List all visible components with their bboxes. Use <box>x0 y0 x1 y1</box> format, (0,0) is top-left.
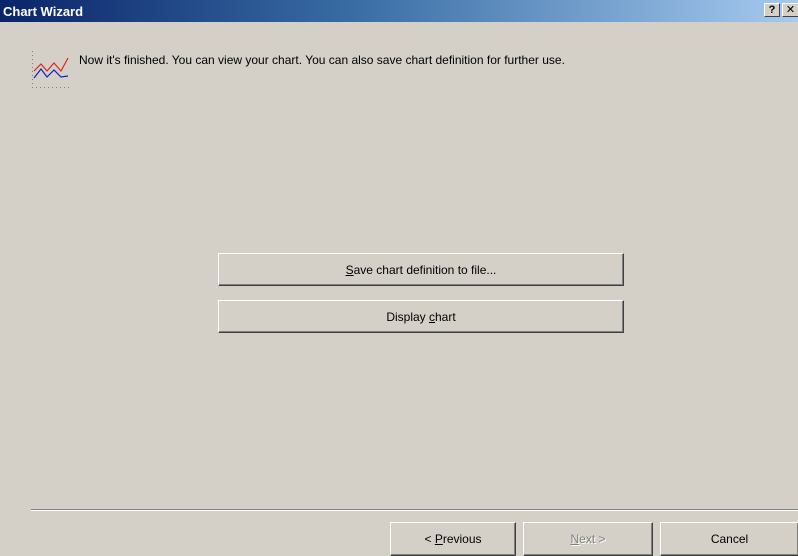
save-button-label: Save chart definition to file... <box>345 262 497 277</box>
chart-wizard-icon <box>31 50 73 90</box>
save-chart-definition-button[interactable]: Save chart definition to file... <box>218 253 624 286</box>
completion-message: Now it's finished. You can view your cha… <box>79 53 565 67</box>
window-title: Chart Wizard <box>3 3 84 19</box>
display-button-label: Display chart <box>386 309 456 324</box>
footer-separator <box>31 509 798 511</box>
display-chart-button[interactable]: Display chart <box>218 300 624 333</box>
help-icon: ? <box>768 4 776 16</box>
next-button-label: Next > <box>570 532 606 546</box>
title-bar[interactable]: Chart Wizard ? ✕ <box>0 0 798 22</box>
cancel-button[interactable]: Cancel <box>660 522 798 556</box>
previous-button[interactable]: < Previous <box>390 522 516 556</box>
chart-wizard-dialog: Chart Wizard ? ✕ Now it's finished. You … <box>0 0 798 556</box>
close-button[interactable]: ✕ <box>782 3 798 17</box>
next-button[interactable]: Next > <box>523 522 653 556</box>
cancel-button-label: Cancel <box>710 532 749 546</box>
close-icon: ✕ <box>785 4 796 16</box>
help-button[interactable]: ? <box>764 3 780 17</box>
previous-button-label: < Previous <box>424 532 482 546</box>
